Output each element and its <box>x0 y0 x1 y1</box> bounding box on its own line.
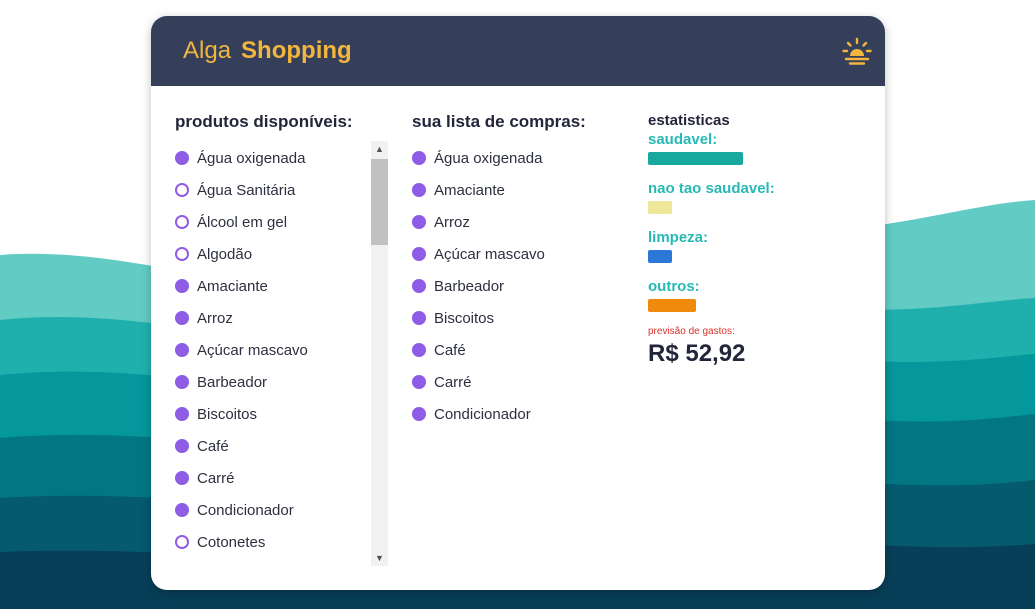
product-label: Arroz <box>434 213 470 231</box>
available-product-item[interactable]: Álcool em gel <box>175 211 287 233</box>
shopping-list-item[interactable]: Carré <box>412 371 472 393</box>
shopping-list-item[interactable]: Açúcar mascavo <box>412 243 545 265</box>
product-label: Barbeador <box>434 277 505 295</box>
available-product-item[interactable]: Barbeador <box>175 371 267 393</box>
product-label: Açúcar mascavo <box>197 341 308 359</box>
available-product-item[interactable]: Água Sanitária <box>175 179 295 201</box>
shopping-list-item[interactable]: Arroz <box>412 211 470 233</box>
scroll-down-icon[interactable]: ▼ <box>371 550 388 566</box>
available-product-item[interactable]: Condicionador <box>175 499 294 521</box>
available-product-item[interactable]: Algodão <box>175 243 252 265</box>
app-header: Alga Shopping <box>151 16 885 86</box>
spending-forecast-value: R$ 52,92 <box>648 340 746 367</box>
statistics-title: estatisticas <box>648 112 730 129</box>
available-product-item[interactable]: Cotonetes <box>175 531 265 553</box>
app-logo: Alga Shopping <box>183 36 352 66</box>
product-label: Cotonetes <box>197 533 266 551</box>
stat-bar <box>648 152 743 165</box>
product-label: Água oxigenada <box>197 149 306 167</box>
selected-radio-icon <box>175 503 189 517</box>
product-label: Amaciante <box>434 181 505 199</box>
stat-bar <box>648 201 672 214</box>
selected-radio-icon <box>175 439 189 453</box>
product-label: Álcool em gel <box>197 213 288 231</box>
selected-radio-icon <box>412 407 426 421</box>
theme-toggle-button[interactable] <box>841 36 873 68</box>
brand-bold-text: Shopping <box>241 37 352 64</box>
product-label: Carré <box>434 373 472 391</box>
product-label: Açúcar mascavo <box>434 245 545 263</box>
available-product-item[interactable]: Amaciante <box>175 275 268 297</box>
product-label: Algodão <box>197 245 253 263</box>
product-label: Condicionador <box>434 405 531 423</box>
selected-radio-icon <box>412 151 426 165</box>
product-label: Carré <box>197 469 235 487</box>
stat-category-label: saudavel: <box>648 131 718 148</box>
unselected-radio-icon <box>175 535 189 549</box>
selected-radio-icon <box>412 375 426 389</box>
product-label: Biscoitos <box>434 309 495 327</box>
available-product-item[interactable]: Arroz <box>175 307 233 329</box>
product-label: Café <box>434 341 466 359</box>
product-label: Arroz <box>197 309 233 327</box>
shopping-list-item[interactable]: Biscoitos <box>412 307 494 329</box>
product-label: Água oxigenada <box>434 149 543 167</box>
shopping-list-item[interactable]: Água oxigenada <box>412 147 542 169</box>
unselected-radio-icon <box>175 247 189 261</box>
product-label: Condicionador <box>197 501 294 519</box>
stat-category-label: outros: <box>648 278 700 295</box>
available-product-item[interactable]: Café <box>175 435 229 457</box>
shopping-list-title: sua lista de compras: <box>412 112 586 131</box>
selected-radio-icon <box>412 311 426 325</box>
selected-radio-icon <box>412 215 426 229</box>
stat-category-label: limpeza: <box>648 229 709 246</box>
available-product-item[interactable]: Açúcar mascavo <box>175 339 308 361</box>
selected-radio-icon <box>175 151 189 165</box>
shopping-list-item[interactable]: Condicionador <box>412 403 531 425</box>
unselected-radio-icon <box>175 215 189 229</box>
selected-radio-icon <box>412 247 426 261</box>
selected-radio-icon <box>175 407 189 421</box>
spending-forecast-label: previsão de gastos: <box>648 326 735 337</box>
product-label: Água Sanitária <box>197 181 296 199</box>
product-label: Biscoitos <box>197 405 258 423</box>
selected-radio-icon <box>175 343 189 357</box>
product-label: Amaciante <box>197 277 268 295</box>
scroll-thumb[interactable] <box>371 159 388 245</box>
available-product-item[interactable]: Água oxigenada <box>175 147 305 169</box>
shopping-list-item[interactable]: Barbeador <box>412 275 504 297</box>
stat-bar <box>648 299 696 312</box>
shopping-list-item[interactable]: Amaciante <box>412 179 505 201</box>
selected-radio-icon <box>175 279 189 293</box>
available-product-item[interactable]: Carré <box>175 467 235 489</box>
selected-radio-icon <box>412 343 426 357</box>
available-products-title: produtos disponíveis: <box>175 112 353 131</box>
product-label: Barbeador <box>197 373 268 391</box>
selected-radio-icon <box>175 471 189 485</box>
scroll-up-icon[interactable]: ▲ <box>371 141 388 157</box>
available-list-scrollbar[interactable]: ▲ ▼ <box>371 141 388 566</box>
available-product-item[interactable]: Biscoitos <box>175 403 257 425</box>
app-card: Alga Shopping produtos disponíveis: Água … <box>151 16 885 590</box>
shopping-list-item[interactable]: Café <box>412 339 466 361</box>
stat-bar <box>648 250 672 263</box>
selected-radio-icon <box>175 375 189 389</box>
stat-category-label: nao tao saudavel: <box>648 180 775 197</box>
unselected-radio-icon <box>175 183 189 197</box>
selected-radio-icon <box>175 311 189 325</box>
selected-radio-icon <box>412 183 426 197</box>
sun-icon <box>842 37 872 65</box>
product-label: Café <box>197 437 229 455</box>
brand-light-text: Alga <box>183 37 232 64</box>
selected-radio-icon <box>412 279 426 293</box>
